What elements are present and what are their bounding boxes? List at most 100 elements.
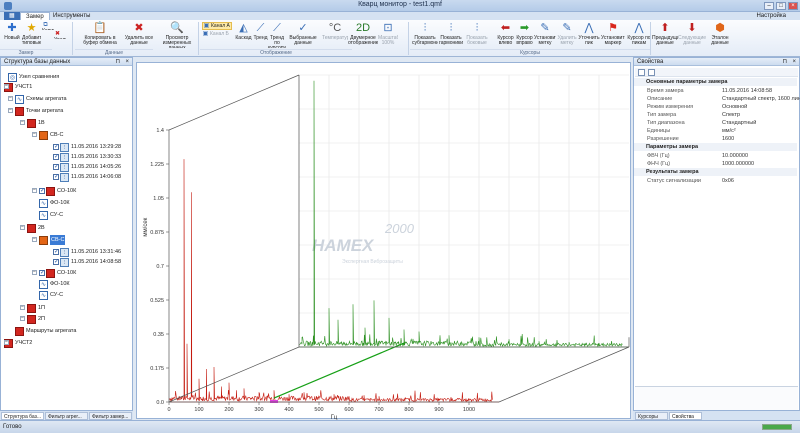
tree-node[interactable]: 1П <box>27 303 45 313</box>
remove-marker-button[interactable]: ✎ Удалить метку <box>556 21 578 48</box>
reference-button[interactable]: ⬢ Эталон данные <box>707 21 733 48</box>
expand-toggle-icon[interactable]: − <box>32 188 37 193</box>
close-button[interactable]: × <box>788 2 798 10</box>
tree-node[interactable]: ∿ СУ-С <box>39 290 63 300</box>
tree-checkbox[interactable]: ✓ <box>53 249 59 255</box>
tree-checkbox[interactable]: ✓ <box>39 188 45 194</box>
tree-node[interactable]: 2П <box>27 314 45 324</box>
expand-toggle-icon[interactable]: − <box>32 132 37 137</box>
tab-instruments[interactable]: Инструменты <box>48 12 95 20</box>
tree-node[interactable]: ✓ ⫶ 11.05.2016 13:30:33 <box>53 152 121 162</box>
sidebands-button[interactable]: ⫶ Показать боковые <box>464 21 490 48</box>
selected-data-button[interactable]: ✓ Выбранные данные <box>288 21 318 48</box>
channel-b-button[interactable]: ▣ Канал Б <box>202 31 232 39</box>
magnifier-button[interactable]: 🔍 Просмотр измеренных данных <box>154 21 200 48</box>
tree-node[interactable]: СВ-С <box>39 130 63 140</box>
property-row[interactable]: Режим измерения Основной <box>642 103 797 111</box>
tree-node[interactable]: ∿ Схемы агрегата <box>15 94 67 104</box>
property-row[interactable]: Статус сигнализации 0x06 <box>642 177 797 185</box>
property-row[interactable]: Время замера 11.05.2016 14:08:58 <box>642 87 797 95</box>
maximize-button[interactable]: □ <box>776 2 786 10</box>
settings-menu[interactable]: Настройка <box>756 12 786 20</box>
clipboard-button[interactable]: 📋 Копировать в буфер обмена <box>78 21 122 48</box>
next-data-button[interactable]: ⬇ Следующие данные <box>678 21 706 48</box>
tree-node[interactable]: ∿ ФО-10К <box>39 279 70 289</box>
sort-alpha-icon[interactable] <box>648 69 655 76</box>
delete-all-button[interactable]: ✖ Удалить все данные <box>124 21 154 48</box>
tree-node[interactable]: ∿ СУ-С <box>39 210 63 220</box>
tree-node[interactable]: СВ-С <box>39 235 66 245</box>
tree-checkbox[interactable]: ✓ <box>53 154 59 160</box>
peak-cursor-button[interactable]: ⋀ Курсор по пикам <box>626 21 652 48</box>
property-row[interactable]: Единицы мм/с² <box>642 127 797 135</box>
tab-zamer[interactable]: Замер <box>20 12 50 20</box>
set-marker-button[interactable]: ✎Установить метку <box>534 21 556 48</box>
copy-button[interactable]: ⧉Копировать <box>42 22 54 30</box>
right-tab-0[interactable]: Курсоры <box>635 412 668 420</box>
tree-checkbox[interactable]: ✓ <box>53 144 59 150</box>
chart-svg[interactable]: 2000 HAMEX Экспертная Виброзащиты 0 100 200 3… <box>137 63 632 421</box>
prev-data-button[interactable]: ⬆Предыдущие данные <box>652 21 678 48</box>
file-menu-button[interactable]: ▦ <box>4 12 20 20</box>
expand-toggle-icon[interactable]: − <box>4 340 9 345</box>
flag-button[interactable]: ⚑ Установить маркер <box>601 21 625 48</box>
expand-toggle-icon[interactable]: − <box>8 108 13 113</box>
left-tab-0[interactable]: Структура баз... <box>1 412 44 420</box>
refine-peak-button[interactable]: ⋀ Уточнить пик <box>578 21 600 48</box>
tree-node[interactable]: ✓ ⫶ 11.05.2016 14:06:08 <box>53 172 121 182</box>
cascade-button[interactable]: ◭ Каскад <box>234 21 253 48</box>
pin-icon[interactable]: ⊓ <box>782 58 787 66</box>
delete-button[interactable]: ✖Удалить <box>54 31 66 39</box>
property-row[interactable]: Разрешение 1600 <box>642 135 797 143</box>
channel-a-button[interactable]: ▣ Канал А <box>202 22 232 30</box>
property-row[interactable]: ФНЧ (Гц) 1000.000000 <box>642 160 797 168</box>
left-tab-2[interactable]: Фильтр замер... <box>89 412 132 420</box>
expand-toggle-icon[interactable]: − <box>32 237 37 242</box>
tree-node[interactable]: 1В <box>27 118 45 128</box>
tree-node[interactable]: ✓ ⫶ 11.05.2016 14:08:58 <box>53 257 121 267</box>
tree-checkbox[interactable]: ✓ <box>53 259 59 265</box>
tree-node[interactable]: ✓ ⫶ 11.05.2016 13:31:46 <box>53 247 121 257</box>
property-category[interactable]: Параметры замера <box>634 143 797 151</box>
minimize-button[interactable]: – <box>764 2 774 10</box>
star-button[interactable]: ★Добавить типовые <box>22 21 41 48</box>
tree-checkbox[interactable]: ✓ <box>53 164 59 170</box>
tree-node[interactable]: ✓ ⫶ 11.05.2016 14:05:26 <box>53 162 121 172</box>
temperature-button[interactable]: °CТемпература <box>322 21 348 48</box>
property-row[interactable]: ФВЧ (Гц) 10.000000 <box>642 152 797 160</box>
spectrum-chart[interactable]: 2000 HAMEX Экспертная Виброзащиты 0 100 200 3… <box>136 62 632 421</box>
pin-icon[interactable]: ⊓ <box>115 58 120 66</box>
expand-toggle-icon[interactable]: − <box>20 316 25 321</box>
left-tab-1[interactable]: Фильтр агрег... <box>45 412 88 420</box>
tree-node[interactable]: ✓ СО-10К <box>39 268 76 278</box>
tree-node[interactable]: ◎ Узел сравнения <box>8 72 59 82</box>
property-row[interactable]: Описание Стандартный спектр, 1600 линий <box>642 95 800 103</box>
expand-toggle-icon[interactable]: − <box>4 84 9 89</box>
sort-categories-icon[interactable] <box>638 69 645 76</box>
new-button[interactable]: ✚ Новый <box>3 21 21 48</box>
trend-button[interactable]: ⟋ Тренд <box>253 21 268 48</box>
harmonics-button[interactable]: ⫶ Показать гармоники <box>438 21 464 48</box>
right-tab-1[interactable]: Свойства <box>669 412 702 420</box>
arrow-left-button[interactable]: ⬅ Курсор влево <box>496 21 515 48</box>
expand-toggle-icon[interactable]: − <box>20 305 25 310</box>
scale-button[interactable]: ⊡ Масштаб 100% <box>378 21 398 48</box>
close-panel-icon[interactable]: × <box>792 58 796 66</box>
tree-checkbox[interactable]: ✓ <box>39 270 45 276</box>
subharmonics-button[interactable]: ⫶Показать субгармоники <box>412 21 438 48</box>
tree-node[interactable]: Точки агрегата <box>15 106 63 116</box>
property-row[interactable]: Тип замера Спектр <box>642 111 797 119</box>
2d-button[interactable]: 2D Двумерное отображение <box>348 21 378 48</box>
tree-node[interactable]: ∿ ФО-10К <box>39 198 70 208</box>
property-category[interactable]: Результаты замера <box>634 168 797 176</box>
tree-node[interactable]: 2В <box>27 223 45 233</box>
property-row[interactable]: Тип диапазона Стандартный <box>642 119 797 127</box>
tree-node[interactable]: Маршруты агрегата <box>15 326 76 336</box>
expand-toggle-icon[interactable]: − <box>20 120 25 125</box>
tree-node[interactable]: ✓ ⫶ 11.05.2016 13:29:28 <box>53 142 121 152</box>
tree-node[interactable]: ✓ СО-10К <box>39 186 76 196</box>
expand-toggle-icon[interactable]: − <box>32 270 37 275</box>
arrow-right-button[interactable]: ➡ Курсор вправо <box>515 21 534 48</box>
expand-toggle-icon[interactable]: − <box>20 225 25 230</box>
trend-cursor-button[interactable]: ⟋ Тренд по курсору <box>267 21 287 48</box>
